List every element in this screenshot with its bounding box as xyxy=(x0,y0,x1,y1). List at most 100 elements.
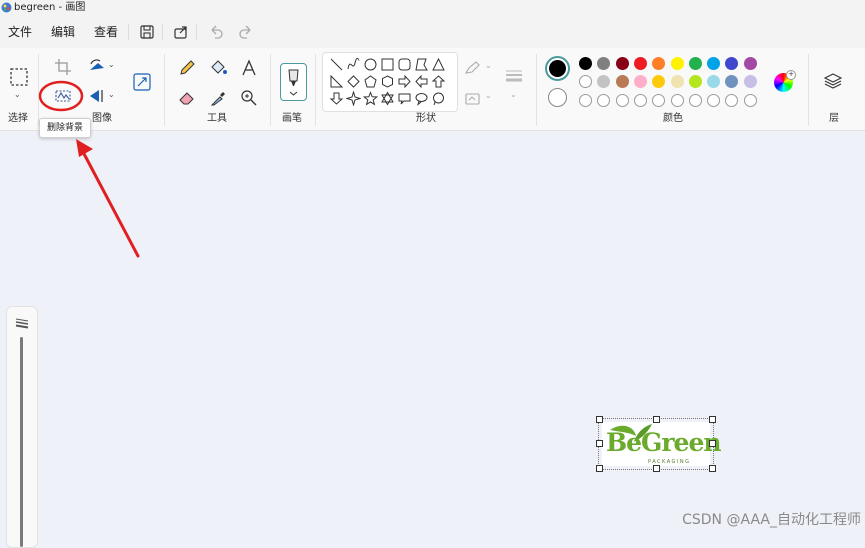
resize-button[interactable] xyxy=(131,71,153,93)
chevron-down-icon[interactable]: ⌄ xyxy=(14,90,21,99)
custom-color-slot[interactable] xyxy=(579,94,592,107)
color-swatch[interactable] xyxy=(743,75,757,88)
zoom-slider-track[interactable] xyxy=(20,337,23,547)
crop-icon xyxy=(55,59,71,75)
down-arrow-shape[interactable] xyxy=(329,91,344,106)
line-shape[interactable] xyxy=(329,57,344,72)
color-swatch[interactable] xyxy=(670,57,684,70)
text-button[interactable] xyxy=(238,57,260,79)
eraser-button[interactable] xyxy=(176,87,198,109)
group-label-shapes: 形状 xyxy=(416,113,436,124)
color-swatch[interactable] xyxy=(615,75,629,88)
save-button[interactable] xyxy=(137,22,157,42)
color-swatch[interactable] xyxy=(579,75,592,88)
curve-shape[interactable] xyxy=(346,57,361,72)
custom-color-slot[interactable] xyxy=(597,94,611,107)
custom-color-slot[interactable] xyxy=(633,94,647,107)
cloud-callout-shape[interactable] xyxy=(431,91,446,106)
up-arrow-shape[interactable] xyxy=(431,74,446,89)
resize-handle[interactable] xyxy=(709,440,716,447)
left-arrow-shape[interactable] xyxy=(414,74,429,89)
secondary-color-button[interactable] xyxy=(548,88,567,107)
triangle-shape[interactable] xyxy=(431,57,446,72)
canvas-selection[interactable]: BeGreen PACKAGING xyxy=(596,416,722,472)
diamond-shape[interactable] xyxy=(346,74,361,89)
stroke-size-button[interactable] xyxy=(503,66,525,88)
custom-color-slot[interactable] xyxy=(707,94,721,107)
resize-handle[interactable] xyxy=(653,465,660,472)
layers-button[interactable] xyxy=(822,70,844,92)
resize-handle[interactable] xyxy=(596,465,603,472)
six-point-star-shape[interactable] xyxy=(380,91,395,106)
custom-color-slot[interactable] xyxy=(615,94,629,107)
color-swatch[interactable] xyxy=(615,57,629,70)
chevron-down-icon[interactable]: ⌄ xyxy=(108,90,115,99)
fill-button[interactable] xyxy=(207,57,229,79)
outline-icon xyxy=(464,61,480,74)
custom-color-slot[interactable] xyxy=(743,94,757,107)
color-swatch[interactable] xyxy=(670,75,684,88)
stroke-width-icon[interactable] xyxy=(15,317,29,329)
chevron-down-icon[interactable]: ⌄ xyxy=(485,91,492,100)
custom-color-slot[interactable] xyxy=(652,94,666,107)
rounded-rectangle-shape[interactable] xyxy=(397,57,412,72)
color-swatch[interactable] xyxy=(652,75,666,88)
color-swatch[interactable] xyxy=(707,57,721,70)
fill-style-button[interactable] xyxy=(462,88,482,108)
color-swatch[interactable] xyxy=(743,57,757,70)
color-swatch[interactable] xyxy=(688,75,702,88)
color-swatch[interactable] xyxy=(707,75,721,88)
four-point-star-shape[interactable] xyxy=(346,91,361,106)
rotate-button[interactable] xyxy=(86,56,108,78)
annotation-arrow xyxy=(76,139,140,258)
group-label-select: 选择 xyxy=(8,113,28,124)
primary-color-button[interactable] xyxy=(545,56,570,81)
color-swatch[interactable] xyxy=(597,75,611,88)
menu-view[interactable]: 查看 xyxy=(94,24,118,40)
color-swatch[interactable] xyxy=(725,75,739,88)
group-label-layers: 层 xyxy=(829,113,839,124)
chevron-down-icon[interactable]: ⌄ xyxy=(485,61,492,70)
right-triangle-shape[interactable] xyxy=(329,74,344,89)
select-button[interactable] xyxy=(8,66,30,88)
resize-handle[interactable] xyxy=(709,465,716,472)
menu-edit[interactable]: 编辑 xyxy=(51,24,75,40)
resize-handle[interactable] xyxy=(709,416,716,423)
color-swatch[interactable] xyxy=(597,57,611,70)
chevron-down-icon[interactable]: ⌄ xyxy=(108,60,115,69)
custom-color-slot[interactable] xyxy=(670,94,684,107)
rect-callout-shape[interactable] xyxy=(397,91,412,106)
pencil-button[interactable] xyxy=(176,57,198,79)
resize-handle[interactable] xyxy=(596,440,603,447)
pentagon-shape[interactable] xyxy=(363,74,378,89)
oval-shape[interactable] xyxy=(363,57,378,72)
color-swatch[interactable] xyxy=(652,57,666,70)
color-swatch[interactable] xyxy=(579,57,592,70)
custom-color-slot[interactable] xyxy=(688,94,702,107)
color-picker-button[interactable] xyxy=(207,87,229,109)
crop-button[interactable] xyxy=(52,56,74,78)
edit-colors-button[interactable]: + xyxy=(774,70,796,92)
share-button[interactable] xyxy=(171,22,191,42)
magnifier-button[interactable] xyxy=(238,87,260,109)
five-point-star-shape[interactable] xyxy=(363,91,378,106)
color-swatch[interactable] xyxy=(688,57,702,70)
resize-handle[interactable] xyxy=(596,416,603,423)
oval-callout-shape[interactable] xyxy=(414,91,429,106)
brushes-button[interactable] xyxy=(280,63,307,101)
rectangle-shape[interactable] xyxy=(380,57,395,72)
hexagon-shape[interactable] xyxy=(380,74,395,89)
color-swatch[interactable] xyxy=(633,75,647,88)
custom-color-slot[interactable] xyxy=(725,94,739,107)
redo-button[interactable] xyxy=(236,22,256,42)
polygon-shape[interactable] xyxy=(414,57,429,72)
flip-button[interactable] xyxy=(86,85,108,107)
color-swatch[interactable] xyxy=(725,57,739,70)
menu-file[interactable]: 文件 xyxy=(8,24,32,40)
right-arrow-shape[interactable] xyxy=(397,74,412,89)
resize-handle[interactable] xyxy=(653,416,660,423)
chevron-down-icon[interactable]: ⌄ xyxy=(510,90,517,99)
undo-button[interactable] xyxy=(206,22,226,42)
outline-button[interactable] xyxy=(462,58,482,78)
color-swatch[interactable] xyxy=(633,57,647,70)
